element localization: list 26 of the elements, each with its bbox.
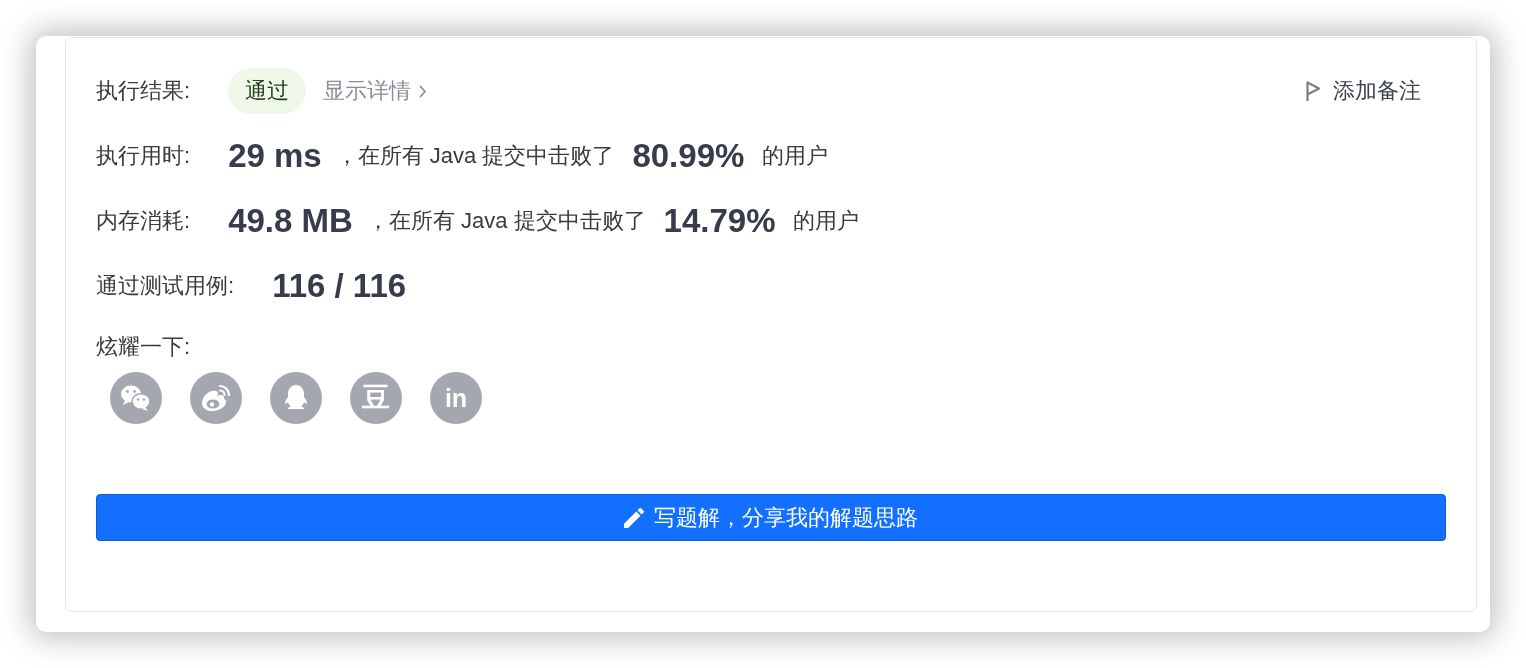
write-solution-button[interactable]: 写题解，分享我的解题思路 — [96, 494, 1446, 541]
beat-text: ，在所有 Java 提交中击败了 — [335, 142, 615, 170]
details-link[interactable]: 显示详情 — [323, 76, 428, 106]
status-badge: 通过 — [228, 68, 307, 114]
add-note-button[interactable]: 添加备注 — [1305, 76, 1421, 106]
flag-icon — [1305, 80, 1321, 102]
share-button[interactable]: in — [430, 372, 482, 424]
beat-text: ，在所有 Java 提交中击败了 — [366, 207, 646, 235]
eye-waves-icon[interactable] — [190, 372, 242, 424]
share-label: 炫耀一下: — [96, 333, 192, 361]
test-cases-label: 通过测试用例: — [96, 272, 235, 300]
stat-label: 内存消耗: — [96, 207, 191, 235]
result-label: 执行结果: — [96, 77, 191, 105]
penguin-icon[interactable] — [270, 372, 322, 424]
chevron-right-icon — [419, 84, 428, 98]
users-text: 的用户 — [793, 207, 860, 235]
stat-value: 29 ms — [228, 137, 322, 175]
beat-percent: 80.99% — [632, 137, 745, 175]
chat-bubbles-icon[interactable] — [110, 372, 162, 424]
users-text: 的用户 — [762, 142, 829, 170]
share-button[interactable]: 豆 — [350, 372, 402, 424]
test-cases-value: 116 / 116 — [272, 267, 407, 305]
stat-value: 49.8 MB — [228, 202, 353, 240]
stat-label: 执行用时: — [96, 142, 191, 170]
pencil-icon — [624, 507, 644, 528]
beat-percent: 14.79% — [663, 202, 776, 240]
